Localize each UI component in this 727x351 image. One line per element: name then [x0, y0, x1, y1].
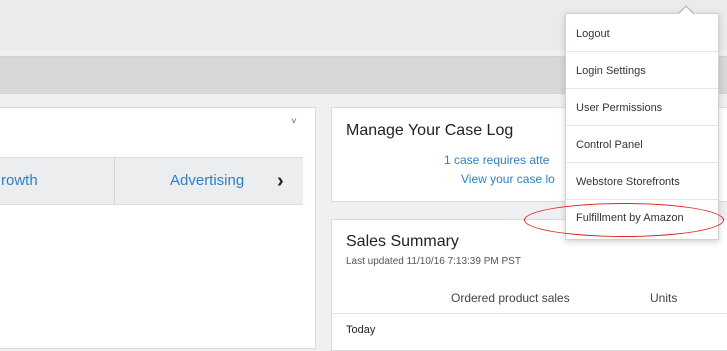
table-divider: [332, 313, 727, 314]
chevron-right-icon[interactable]: ›: [277, 158, 284, 204]
menu-item-webstore-storefronts[interactable]: Webstore Storefronts: [576, 176, 716, 188]
widget-tab-bar: rowth Advertising ›: [0, 157, 303, 205]
case-log-title: Manage Your Case Log: [346, 122, 514, 139]
menu-divider: [566, 162, 718, 163]
tab-divider: [114, 158, 115, 204]
tab-growth[interactable]: rowth: [1, 158, 38, 204]
column-header-units: Units: [650, 291, 678, 305]
menu-item-user-permissions[interactable]: User Permissions: [576, 102, 716, 114]
menu-item-control-panel[interactable]: Control Panel: [576, 139, 716, 151]
row-label-today: Today: [346, 324, 376, 336]
menu-item-logout[interactable]: Logout: [576, 28, 716, 40]
sales-summary-title: Sales Summary: [346, 233, 459, 250]
menu-divider: [566, 199, 718, 200]
dashboard-widget: ˅ rowth Advertising ›: [0, 107, 316, 349]
menu-divider: [566, 125, 718, 126]
dropdown-pointer-fill: [679, 7, 693, 14]
widget-dropdown-caret-icon[interactable]: ˅: [291, 116, 297, 127]
column-header-ordered-sales: Ordered product sales: [451, 291, 570, 305]
menu-divider: [566, 51, 718, 52]
last-updated-text: Last updated 11/10/16 7:13:39 PM PST: [346, 256, 521, 267]
cases-attention-link[interactable]: 1 case requires atte: [444, 153, 549, 167]
tab-advertising[interactable]: Advertising: [170, 158, 244, 204]
menu-item-login-settings[interactable]: Login Settings: [576, 65, 716, 77]
highlight-annotation-oval: [524, 203, 724, 237]
menu-divider: [566, 88, 718, 89]
view-case-log-link[interactable]: View your case lo: [461, 172, 555, 186]
